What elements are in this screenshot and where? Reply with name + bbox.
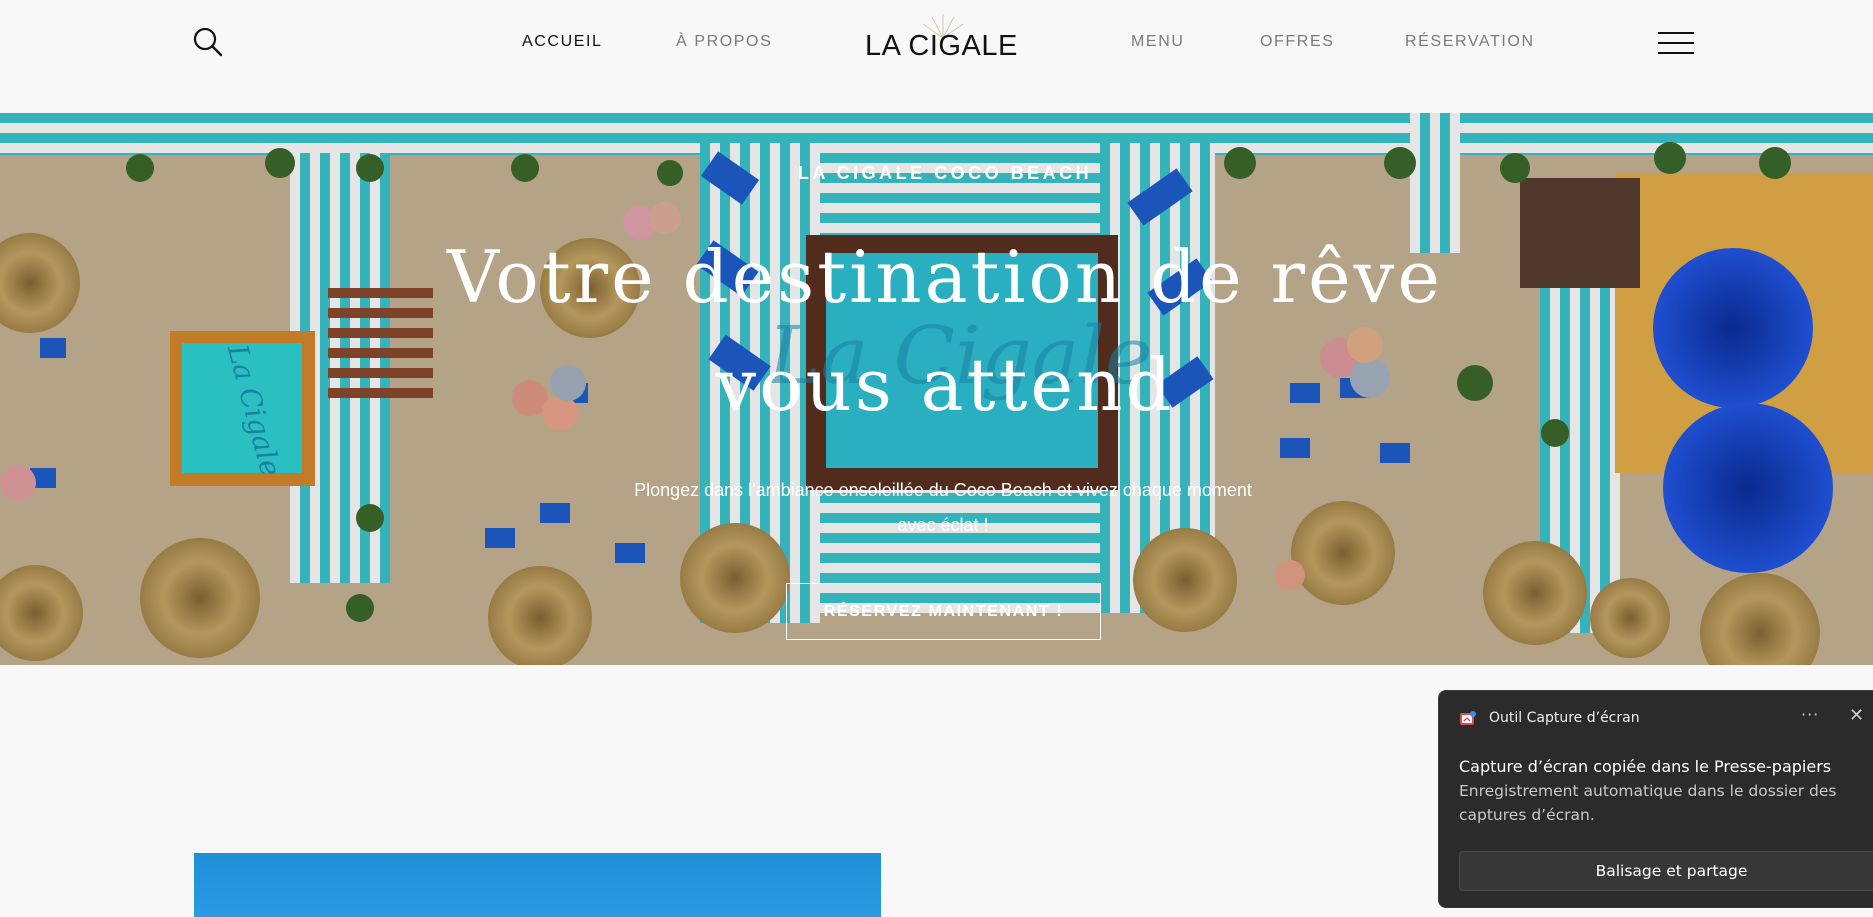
hero-subtitle: Plongez dans l'ambiance ensoleillée du C… <box>634 480 1252 535</box>
nav-link-a-propos[interactable]: À PROPOS <box>676 33 772 51</box>
snipping-tool-notification[interactable]: Outil Capture d’écran ··· ✕ Capture d’éc… <box>1438 690 1873 908</box>
reserve-now-button[interactable]: RÉSERVEZ MAINTENANT ! <box>786 583 1101 640</box>
hero-eyebrow: LA CIGALE COCO BEACH <box>797 163 1093 183</box>
nav-link-accueil[interactable]: ACCUEIL <box>522 33 603 51</box>
notification-title: Capture d’écran copiée dans le Presse-pa… <box>1459 757 1832 776</box>
hamburger-line <box>1658 42 1694 44</box>
hero-banner: La Cigale La Cigale LA CIGALE COCO BEACH… <box>0 113 1873 665</box>
more-options-icon[interactable]: ··· <box>1801 705 1819 724</box>
site-header: ACCUEIL À PROPOS LA CIGALE MENU OFFRES R… <box>0 0 1873 113</box>
hamburger-line <box>1658 52 1694 54</box>
nav-link-menu[interactable]: MENU <box>1131 33 1185 51</box>
nav-link-offres[interactable]: OFFRES <box>1260 33 1335 51</box>
nav-link-reservation[interactable]: RÉSERVATION <box>1405 33 1535 51</box>
hamburger-menu-icon <box>1658 32 1694 34</box>
hamburger-menu-button[interactable] <box>1658 30 1694 56</box>
close-icon[interactable]: ✕ <box>1849 705 1864 726</box>
hero-title: Votre destination de rêve vous attend <box>447 235 1443 427</box>
search-button[interactable] <box>190 24 226 60</box>
search-icon <box>193 27 223 57</box>
page: ACCUEIL À PROPOS LA CIGALE MENU OFFRES R… <box>0 0 1873 917</box>
snipping-tool-icon <box>1460 711 1476 725</box>
site-logo[interactable]: LA CIGALE <box>865 30 1018 63</box>
notification-app-name: Outil Capture d’écran <box>1489 710 1640 726</box>
markup-and-share-button[interactable]: Balisage et partage <box>1459 851 1873 891</box>
section-image-sky <box>194 853 881 917</box>
notification-body: Enregistrement automatique dans le dossi… <box>1459 782 1837 824</box>
